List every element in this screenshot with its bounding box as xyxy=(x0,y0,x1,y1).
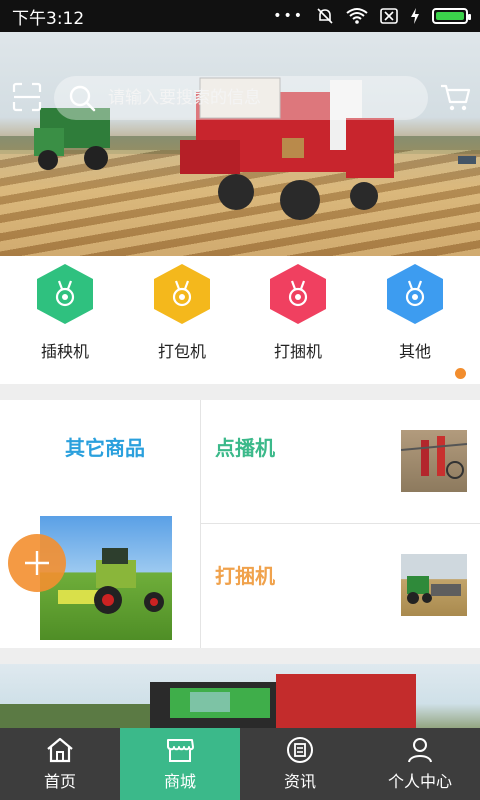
charging-icon xyxy=(411,8,419,24)
bottom-tab-bar: 首页 商城 资讯 个人中心 xyxy=(0,728,480,800)
medal-icon xyxy=(288,280,308,307)
status-icons: ••• xyxy=(273,7,471,25)
product-grid: 其它商品 点播机 打捆机 xyxy=(0,400,480,648)
category-label: 打捆机 xyxy=(273,342,322,361)
tab-label: 个人中心 xyxy=(387,772,452,791)
tractor-banner-image xyxy=(0,674,416,730)
wifi-icon xyxy=(346,8,368,24)
category-item-baler[interactable]: 打包机 xyxy=(142,264,222,364)
battery-icon xyxy=(432,8,471,24)
category-hex xyxy=(387,264,443,324)
page-indicator-dot xyxy=(455,368,466,379)
product-item-seeder[interactable]: 点播机 xyxy=(201,400,480,523)
news-icon xyxy=(287,737,313,763)
category-label: 打包机 xyxy=(157,342,206,361)
category-panel: 插秧机 打包机 打捆机 其他 xyxy=(0,256,480,384)
other-products-card[interactable]: 其它商品 xyxy=(0,400,200,648)
search-icon xyxy=(69,85,96,112)
product-title: 打捆机 xyxy=(215,564,275,588)
bundler-image xyxy=(401,554,467,616)
cart-icon[interactable] xyxy=(438,80,472,114)
no-sim-icon xyxy=(380,8,398,24)
home-icon xyxy=(47,737,73,763)
seeder-image xyxy=(401,430,467,492)
hero-banner[interactable] xyxy=(0,32,480,256)
search-input[interactable] xyxy=(108,88,398,108)
category-item-transplanter[interactable]: 插秧机 xyxy=(25,264,105,364)
product-title: 点播机 xyxy=(215,436,275,460)
scan-icon[interactable] xyxy=(10,80,44,114)
category-label: 插秧机 xyxy=(40,342,89,361)
tab-label: 商城 xyxy=(163,772,196,791)
status-bar: 下午3:12 ••• xyxy=(0,0,480,32)
user-icon xyxy=(408,738,432,763)
tab-news[interactable]: 资讯 xyxy=(240,728,360,800)
status-time: 下午3:12 xyxy=(12,8,85,29)
tab-label: 首页 xyxy=(43,772,76,791)
more-dots-icon: ••• xyxy=(273,8,304,24)
medal-icon xyxy=(172,280,192,307)
medal-icon xyxy=(55,280,75,307)
category-item-bundler[interactable]: 打捆机 xyxy=(258,264,338,364)
category-hex xyxy=(37,264,93,324)
secondary-banner[interactable] xyxy=(0,664,480,730)
category-item-other[interactable]: 其他 xyxy=(375,264,455,364)
mute-bell-icon xyxy=(317,8,333,24)
add-button[interactable] xyxy=(8,534,66,592)
other-products-title: 其它商品 xyxy=(65,436,145,460)
search-row xyxy=(0,76,480,120)
category-label: 其他 xyxy=(398,342,431,361)
medal-icon xyxy=(405,280,425,307)
tab-home[interactable]: 首页 xyxy=(0,728,120,800)
category-hex xyxy=(270,264,326,324)
category-hex xyxy=(154,264,210,324)
product-item-bundler[interactable]: 打捆机 xyxy=(201,524,480,648)
tab-shop[interactable]: 商城 xyxy=(120,728,240,800)
plus-icon xyxy=(25,551,49,575)
search-bar[interactable] xyxy=(54,76,428,120)
tab-profile[interactable]: 个人中心 xyxy=(360,728,480,800)
tab-label: 资讯 xyxy=(283,772,316,791)
harvester-image xyxy=(34,77,476,220)
shop-icon xyxy=(167,739,194,762)
